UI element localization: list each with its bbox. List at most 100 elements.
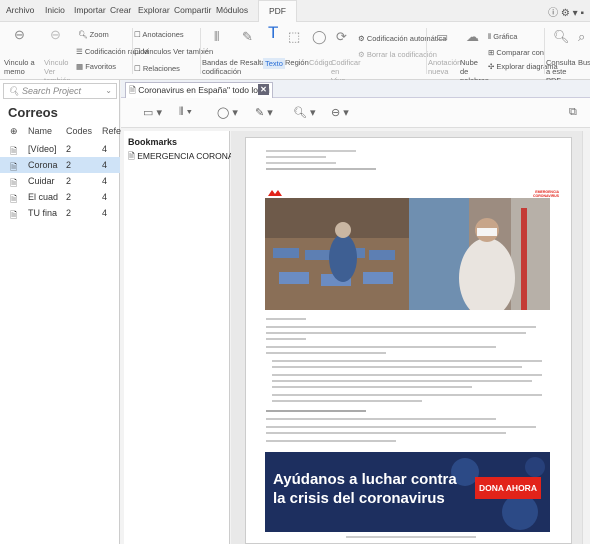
vinculo-memo-button[interactable]: Vinculo a memo [4, 58, 44, 76]
find-button[interactable]: Busc [578, 58, 590, 67]
text-line [266, 418, 496, 420]
page-footer-line [346, 536, 476, 538]
list-item-selected[interactable]: 🗎 Corona 2 4 [0, 157, 120, 173]
uncode-icon: ⚙ [358, 50, 365, 59]
coding-stripes-button[interactable]: Bandas de codificación [202, 58, 241, 76]
word-cloud-icon: ☁ [466, 29, 479, 44]
text-line [266, 332, 526, 334]
highlight-dropdown-icon[interactable]: ✎ ▾ [255, 106, 273, 119]
zoom-button[interactable]: 🔍︎ Zoom [78, 30, 109, 39]
highlight-icon: ✎ [242, 29, 253, 44]
photo-hospital-beds [265, 198, 409, 310]
text-line [266, 326, 536, 328]
project-panel: 🔍︎ Search Project ⌄ Correos ⊕ Name Codes… [0, 80, 121, 544]
text-line [272, 380, 532, 382]
search-icon: 🔍︎ [8, 86, 20, 96]
donation-banner[interactable]: Ayúdanos a luchar contra la crisis del c… [265, 452, 550, 532]
query-icon: 🔍︎ [553, 29, 570, 44]
list-item[interactable]: 🗎 TU fina 2 4 [0, 205, 120, 221]
relations-checkbox[interactable]: ☐ Relaciones [134, 64, 180, 73]
menu-bar: Archivo Inicio Importar Crear Explorar C… [0, 0, 590, 22]
vertical-scrollbar[interactable] [582, 131, 590, 544]
code-button[interactable]: Código [309, 58, 333, 67]
grid-icon: ▦ [76, 62, 84, 71]
pdf-file-icon: 🗎 [129, 85, 136, 95]
column-name[interactable]: Name [28, 126, 52, 136]
window-controls[interactable]: ⓘ ⚙ ▾ ▪ [548, 4, 584, 19]
save-icon[interactable]: ▪ [580, 8, 584, 19]
email-header-line [266, 162, 336, 164]
menu-tab-inicio[interactable]: Inicio [45, 5, 65, 15]
add-icon[interactable]: ⊕ [10, 126, 18, 137]
column-codes[interactable]: Codes [66, 126, 92, 136]
zoom-icon: 🔍︎ [78, 30, 88, 39]
pdf-viewer[interactable]: EMERGENCIA CORONAVIRUS Ayúdanos a luchar… [231, 131, 590, 544]
msf-logo [268, 190, 282, 196]
ribbon: ⊖ Vinculo a memo ⊖ Vinculo Ver también 🔍… [0, 22, 590, 85]
text-mode-button[interactable]: Texto [263, 58, 285, 69]
menu-tab-crear[interactable]: Crear [110, 5, 131, 15]
chart-button[interactable]: ⫴ Gráfica [488, 32, 517, 41]
bookmark-item[interactable]: 🗎 EMERGENCIA CORONA [128, 151, 234, 165]
chevron-down-icon[interactable]: ⌄ [105, 86, 112, 95]
text-line [266, 410, 366, 412]
menu-tab-pdf[interactable]: PDF [258, 0, 297, 22]
see-also-links-checkbox[interactable]: ☐ Vinculos Ver también [134, 47, 213, 56]
settings-icon[interactable]: ⚙ [561, 8, 570, 19]
code-dropdown-icon[interactable]: ◯ ▾ [217, 106, 238, 119]
diagram-icon: ✣ [488, 62, 495, 71]
region-button[interactable]: Región [285, 58, 309, 67]
annotations-checkbox[interactable]: ☐ Anotaciones [134, 30, 184, 39]
help-icon[interactable]: ⓘ [548, 8, 558, 19]
new-annotation-button[interactable]: Anotación nueva [428, 58, 461, 76]
document-toolbar: ▭ ▾ ⫴ ▾ ◯ ▾ ✎ ▾ 🔍︎ ▾ ⊖ ▾ ⧉ [121, 98, 590, 128]
text-line [266, 432, 506, 434]
pdf-page[interactable]: EMERGENCIA CORONAVIRUS Ayúdanos a luchar… [245, 137, 572, 544]
menu-tab-archivo[interactable]: Archivo [6, 5, 34, 15]
text-select-icon: T [268, 23, 279, 42]
text-line [272, 360, 542, 362]
list-item[interactable]: 🗎 Cuidar 2 4 [0, 173, 120, 189]
donate-button[interactable]: DONA AHORA [475, 477, 541, 499]
folder-title: Correos [8, 105, 58, 120]
coding-stripes-dropdown-icon[interactable]: ⫴ ▾ [179, 106, 192, 119]
annotation-dropdown-icon[interactable]: ▭ ▾ [143, 106, 162, 119]
favorites-button[interactable]: ▦ Favoritos [76, 62, 116, 71]
find-icon: ⌕ [578, 29, 586, 44]
email-header-line [266, 156, 326, 158]
emergency-label: EMERGENCIA CORONAVIRUS [533, 190, 559, 198]
text-line [266, 440, 396, 442]
undock-icon[interactable]: ⧉ [569, 106, 577, 119]
new-annotation-icon: ▭ [436, 29, 449, 44]
minimize-icon[interactable]: ▾ [573, 8, 578, 19]
search-project-input[interactable]: 🔍︎ Search Project ⌄ [3, 83, 117, 99]
chart-icon: ⫴ [488, 32, 492, 41]
link-dropdown-icon[interactable]: ⊖ ▾ [331, 106, 349, 119]
list-item[interactable]: 🗎 El cuad 2 4 [0, 189, 120, 205]
pdf-file-icon: 🗎 [10, 210, 18, 220]
link-see-also-icon: ⊖ [50, 27, 61, 42]
bookmark-icon: 🗎 [128, 151, 135, 161]
document-tab-strip: 🗎 Coronavirus en España" todo lo qu ✕ [121, 80, 590, 98]
menu-tab-importar[interactable]: Importar [74, 5, 106, 15]
link-memo-icon: ⊖ [14, 27, 25, 42]
menu-tab-compartir[interactable]: Compartir [174, 5, 211, 15]
column-references[interactable]: Refe [102, 126, 121, 136]
zoom-dropdown-icon[interactable]: 🔍︎ ▾ [293, 106, 316, 119]
text-line [266, 346, 496, 348]
code-icon: ◯ [312, 29, 327, 44]
text-line [272, 394, 542, 396]
auto-code-icon: ⚙ [358, 34, 365, 43]
text-line [266, 338, 306, 340]
coding-stripes-icon: ⫴ [214, 29, 220, 44]
auto-code-button[interactable]: ⚙ Codificación automática [358, 34, 446, 43]
text-line [272, 374, 542, 376]
banner-headline-2: la crisis del coronavirus [273, 490, 445, 507]
menu-tab-explorar[interactable]: Explorar [138, 5, 170, 15]
list-icon: ☰ [76, 47, 83, 56]
close-icon[interactable]: ✕ [258, 84, 269, 95]
list-item[interactable]: 🗎 [Vídeo] 2 4 [0, 141, 120, 157]
document-tab[interactable]: 🗎 Coronavirus en España" todo lo qu ✕ [125, 82, 273, 98]
compare-with-button[interactable]: ⊞ Comparar con [488, 48, 544, 57]
menu-tab-modulos[interactable]: Módulos [216, 5, 248, 15]
